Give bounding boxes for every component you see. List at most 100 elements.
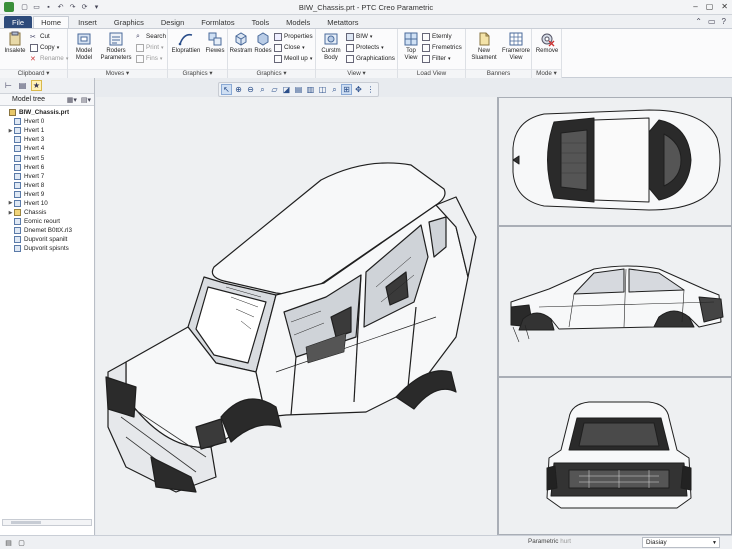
rodes-button[interactable]: Rodes <box>250 31 276 55</box>
repaint-icon[interactable]: ▱ <box>269 84 280 95</box>
fremetrics-icon <box>422 43 430 52</box>
tab-graphics[interactable]: Graphics <box>106 16 152 28</box>
filter-button[interactable]: Filter ▾ <box>422 54 451 63</box>
eternly-button[interactable]: Eternly <box>422 32 452 41</box>
tree-columns-icon[interactable]: ▤▾ <box>81 96 91 104</box>
tree-item[interactable]: Dnemet B0ttX.rl3 <box>0 226 94 235</box>
roders-parameters-button[interactable]: Roders Parameters <box>100 31 132 62</box>
tab-formlatos[interactable]: Formlatos <box>193 16 242 28</box>
protects-button[interactable]: Protects ▾ <box>346 43 384 52</box>
insert-button[interactable]: Insalete <box>2 31 28 55</box>
window-small-icon[interactable]: ▭ <box>708 17 716 26</box>
view-manager-icon[interactable]: ▥ <box>305 84 316 95</box>
print-button[interactable]: Print ▾ <box>136 43 163 52</box>
minimize-icon[interactable]: – <box>693 2 697 11</box>
tree-item[interactable]: Hvert 6 <box>0 163 94 172</box>
curstm-body-button[interactable]: Curstm Body <box>318 31 344 62</box>
undo-icon[interactable]: ↶ <box>56 3 65 12</box>
tab-file[interactable]: File <box>4 16 33 28</box>
scrollbar-thumb[interactable] <box>11 521 41 524</box>
tab-tools[interactable]: Tools <box>244 16 278 28</box>
tree-item[interactable]: Dupvorit spisnts <box>0 244 94 253</box>
model-button[interactable]: Model Model <box>71 31 97 62</box>
filter-icon <box>422 54 430 63</box>
tree-item[interactable]: Dupvorit spanilt <box>0 235 94 244</box>
tree-item[interactable]: Hvert 3 <box>0 135 94 144</box>
tree-item[interactable]: Hvert 0 <box>0 117 94 126</box>
remove-button[interactable]: Remove <box>534 31 560 55</box>
feature-icon <box>14 190 21 198</box>
regenerate-icon[interactable]: ⟳ <box>80 3 89 12</box>
tree-item[interactable]: Eornic reourt <box>0 217 94 226</box>
spin-center-icon[interactable]: ✥ <box>353 84 364 95</box>
annotation-display-icon[interactable]: ⋮ <box>365 84 376 95</box>
ribbon-minimize-icon[interactable]: ⌃ <box>695 17 702 26</box>
tree-item[interactable]: BIW_Chassis.prt <box>0 108 94 117</box>
expand-arrow-icon[interactable]: ▶ <box>7 200 14 206</box>
status-bar: ▤ ▢ Parametric hurt Diasiay ▼ <box>0 535 732 549</box>
rename-button[interactable]: ✕ Rename ▾ <box>30 54 68 63</box>
open-folder-icon[interactable]: ▭ <box>32 3 41 12</box>
tree-item[interactable]: Hvert 9 <box>0 190 94 199</box>
tree-item[interactable]: Hvert 5 <box>0 153 94 162</box>
expand-arrow-icon[interactable]: ▶ <box>7 128 14 134</box>
perspective-icon[interactable]: ◫ <box>317 84 328 95</box>
message-log-icon[interactable]: ▤ <box>4 538 13 547</box>
help-icon[interactable]: ? <box>722 17 726 26</box>
selection-filter-dropdown[interactable]: Diasiay ▼ <box>642 537 720 548</box>
model-tree-tab-icon[interactable]: ⊢ <box>3 80 14 91</box>
tab-models[interactable]: Models <box>278 16 318 28</box>
save-icon[interactable]: ▪ <box>44 3 53 12</box>
new-sluament-button[interactable]: New Sluament <box>468 31 500 62</box>
close-icon[interactable]: ✕ <box>721 2 728 11</box>
fins-button[interactable]: Fins ▾ <box>136 54 162 63</box>
tab-metattors[interactable]: Metattors <box>319 16 366 28</box>
top-view-button[interactable]: Top View <box>398 31 424 62</box>
flewes-button[interactable]: Flewes <box>202 31 228 55</box>
full-screen-icon[interactable]: ▢ <box>17 538 26 547</box>
fremetrics-button[interactable]: Fremetrics <box>422 43 462 52</box>
expand-arrow-icon[interactable]: ▶ <box>7 210 14 216</box>
folder-browser-tab-icon[interactable]: ▤ <box>17 80 28 91</box>
saved-orientations-icon[interactable]: ▤ <box>293 84 304 95</box>
redo-icon[interactable]: ↷ <box>68 3 77 12</box>
tab-insert[interactable]: Insert <box>70 16 105 28</box>
tree-item-label: Hvert 9 <box>24 190 45 198</box>
eloprattien-button[interactable]: Eloprattien <box>170 31 202 55</box>
front-viewport[interactable] <box>498 377 732 535</box>
tree-item[interactable]: Hvert 4 <box>0 144 94 153</box>
zoom-out-icon[interactable]: ⊖ <box>245 84 256 95</box>
favorites-tab-icon[interactable]: ★ <box>31 80 42 91</box>
maximize-icon[interactable]: ▢ <box>706 2 714 11</box>
tab-design[interactable]: Design <box>153 16 192 28</box>
search-button[interactable]: ⌕ Search <box>136 32 166 41</box>
tree-item[interactable]: Hvert 7 <box>0 172 94 181</box>
framerore-view-button[interactable]: Framerore View <box>500 31 532 62</box>
select-arrow-icon[interactable]: ↖ <box>221 84 232 95</box>
close-button[interactable]: Close ▾ <box>274 43 305 52</box>
tree-item[interactable]: Hvert 8 <box>0 181 94 190</box>
top-viewport[interactable] <box>498 97 732 226</box>
main-viewport[interactable] <box>96 97 498 535</box>
zoom-window-icon[interactable]: ⌕ <box>329 84 340 95</box>
zoom-in-icon[interactable]: ⊕ <box>233 84 244 95</box>
tree-item[interactable]: ▶ Hvert 1 <box>0 126 94 135</box>
datum-display-icon[interactable]: ⊞ <box>341 84 352 95</box>
horizontal-scrollbar[interactable] <box>2 519 92 526</box>
refit-icon[interactable]: ⌕ <box>257 84 268 95</box>
meoll-up-button[interactable]: Meoll up ▾ <box>274 54 312 63</box>
side-viewport[interactable] <box>498 226 732 377</box>
cut-button[interactable]: ✂ Cut <box>30 32 50 41</box>
tree-item[interactable]: ▶ Chassis <box>0 208 94 217</box>
biw-button[interactable]: BIW ▾ <box>346 32 372 41</box>
graphications-button[interactable]: Graphications <box>346 54 395 63</box>
tab-home[interactable]: Home <box>33 16 70 28</box>
customize-qat-icon[interactable]: ▾ <box>92 3 101 12</box>
properties-button[interactable]: Properties <box>274 32 313 41</box>
tree-item-label: Hvert 0 <box>24 118 45 126</box>
tree-item[interactable]: ▶ Hvert 10 <box>0 199 94 208</box>
new-file-icon[interactable]: ▢ <box>20 3 29 12</box>
copy-button[interactable]: Copy ▾ <box>30 43 59 52</box>
display-style-icon[interactable]: ◪ <box>281 84 292 95</box>
tree-settings-icon[interactable]: ▦▾ <box>67 96 77 104</box>
